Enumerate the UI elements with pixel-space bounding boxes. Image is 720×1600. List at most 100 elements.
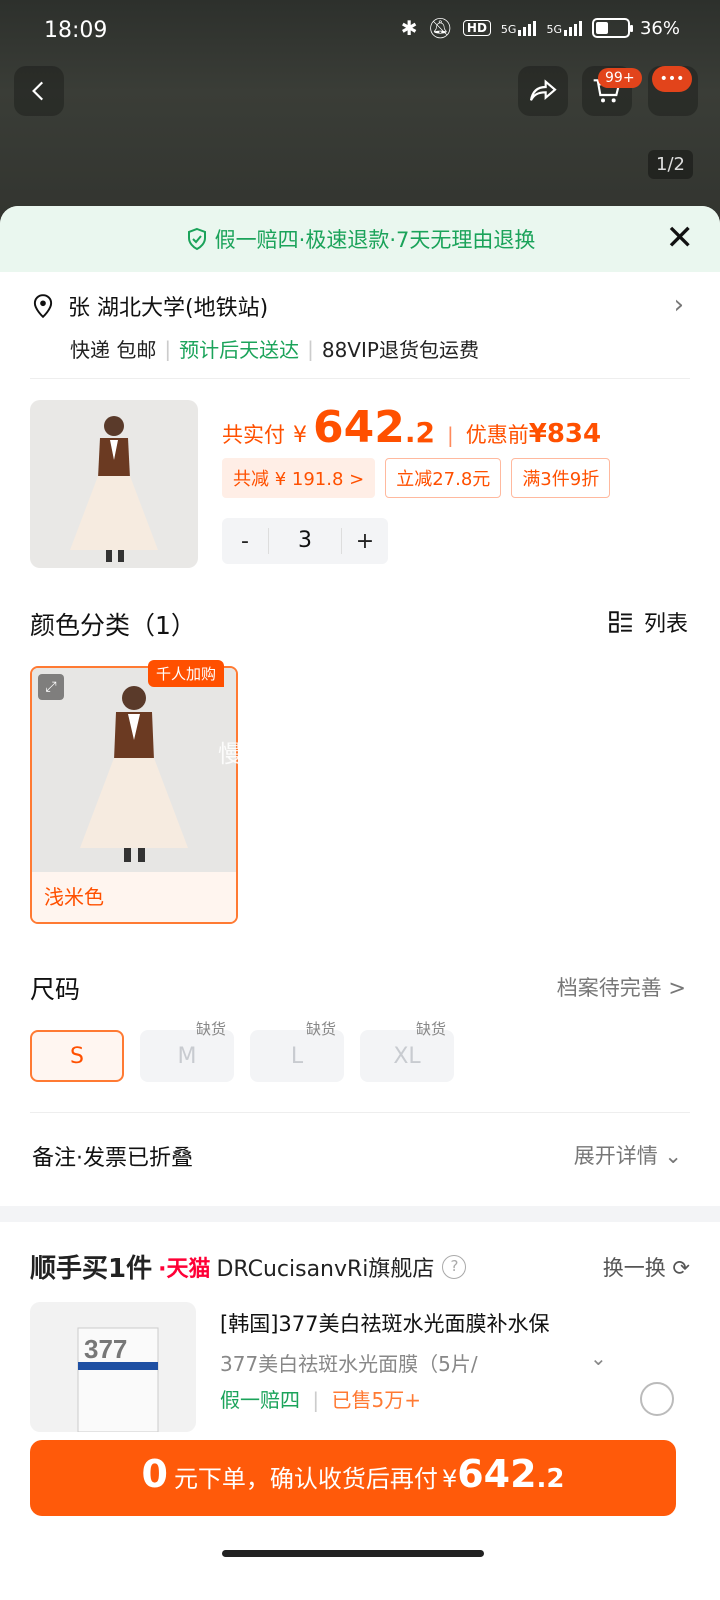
cta-price-integer: 642 xyxy=(457,1452,537,1496)
divider xyxy=(30,378,690,379)
size-section-title: 尺码 xyxy=(30,975,81,1004)
cta-text: 元下单，确认收货后再付 xyxy=(173,1465,438,1493)
battery-percent: 36% xyxy=(639,17,680,39)
address-text: 张 湖北大学(地铁站) xyxy=(68,296,269,321)
signal-5g-icon: 5G xyxy=(500,20,537,36)
back-button[interactable] xyxy=(14,66,64,116)
list-view-label: 列表 xyxy=(643,612,688,637)
status-bar: 18:09 ✱ 🔕︎ HD 5G 5G 36% xyxy=(0,0,720,62)
cta-zero: 0 xyxy=(141,1452,168,1496)
shipping-method: 快递 包邮 xyxy=(70,338,157,362)
size-profile-link[interactable]: 档案待完善 > xyxy=(557,972,686,1002)
signal-5g-icon-2: 5G xyxy=(546,20,582,36)
share-button[interactable] xyxy=(518,66,568,116)
price-decimal: .2 xyxy=(404,416,435,449)
remark-row[interactable]: 备注·发票已折叠 展开详情 ⌄ xyxy=(32,1140,682,1172)
instant-discount-tag: 立减27.8元 xyxy=(385,458,502,498)
currency-symbol: ¥ xyxy=(293,423,307,448)
cta-price-decimal: .2 xyxy=(536,1464,565,1494)
bluetooth-icon: ✱ xyxy=(400,16,418,40)
product-thumbnail[interactable] xyxy=(30,400,198,568)
recommendation-meta: 假一赔四 | 已售5万+ xyxy=(220,1388,421,1412)
vip-return-note: 88VIP退货包运费 xyxy=(321,338,479,362)
discount-tags: 共减 ¥ 191.8 > 立减27.8元 满3件9折 xyxy=(222,458,611,498)
bulk-discount-tag: 满3件9折 xyxy=(511,458,611,498)
size-option-xl[interactable]: XL 缺货 xyxy=(360,1020,454,1082)
original-label: 优惠前 xyxy=(465,423,529,447)
popular-badge: 千人加购 xyxy=(148,660,225,687)
close-icon[interactable]: ✕ xyxy=(666,220,695,256)
recommendation-thumbnail[interactable]: 377 xyxy=(30,1302,196,1432)
box-label: 377 xyxy=(84,1334,127,1364)
brand-count: 1件 xyxy=(108,1254,153,1284)
size-option-l[interactable]: L 缺货 xyxy=(250,1020,344,1082)
size-option-m[interactable]: M 缺货 xyxy=(140,1020,234,1082)
size-options: S M 缺货 L 缺货 XL 缺货 xyxy=(30,1020,454,1082)
location-pin-icon xyxy=(33,294,53,319)
section-gap xyxy=(0,1206,720,1222)
watermark: 慢星人72054455N xyxy=(218,740,443,768)
recommendation-title[interactable]: [韩国]377美白祛斑水光面膜补水保 xyxy=(220,1308,549,1338)
total-label: 共实付 xyxy=(222,423,285,447)
size-option-s[interactable]: S xyxy=(30,1030,124,1082)
hd-badge: HD xyxy=(462,20,491,36)
increment-button[interactable]: + xyxy=(342,529,388,554)
shield-check-icon xyxy=(187,227,206,251)
share-icon xyxy=(529,79,557,101)
chevron-left-icon xyxy=(32,81,44,101)
quantity-stepper: - 3 + xyxy=(222,518,388,564)
price-line: 共实付 ¥ 642 .2 | 优惠前¥834 xyxy=(222,402,602,453)
recommendation-guarantee: 假一赔四 xyxy=(220,1388,300,1412)
divider xyxy=(30,1112,690,1113)
size-label: XL xyxy=(393,1043,421,1069)
network-label: 5G xyxy=(500,22,517,36)
brand-text: 顺手买 xyxy=(30,1254,109,1284)
expand-details-link[interactable]: 展开详情 ⌄ xyxy=(574,1140,682,1170)
recommendation-header: 顺手买1件 ·天猫 DRCucisanvRi旗舰店 ? 换一换 ⟳ xyxy=(30,1248,690,1285)
address-row[interactable]: 张 湖北大学(地铁站) › 快递 包邮 | 预计后天送达 | 88VIP退货包运… xyxy=(30,290,690,363)
recommendation-brand: 顺手买1件 xyxy=(30,1248,152,1285)
place-order-button[interactable]: 0 元下单，确认收货后再付 ¥ 642 .2 xyxy=(30,1440,676,1516)
color-option-card[interactable]: ⤢ 浅米色 xyxy=(30,666,238,924)
sku-selection-sheet: 假一赔四·极速退款·7天无理由退换 ✕ 张 湖北大学(地铁站) › 快递 包邮 … xyxy=(0,206,720,1600)
expand-icon[interactable]: ⤢ xyxy=(38,674,64,700)
original-value: ¥834 xyxy=(528,419,602,449)
chevron-right-icon: › xyxy=(673,290,684,320)
guarantee-text: 假一赔四·极速退款·7天无理由退换 xyxy=(214,228,536,252)
chevron-down-icon[interactable]: ⌄ xyxy=(590,1346,607,1370)
dress-image xyxy=(70,416,158,562)
list-view-toggle[interactable]: 列表 xyxy=(608,606,688,638)
image-page-indicator: 1/2 xyxy=(648,150,693,179)
color-option-image: ⤢ xyxy=(32,668,236,872)
size-label: S xyxy=(70,1043,84,1069)
guarantee-bar: 假一赔四·极速退款·7天无理由退换 ✕ xyxy=(0,206,720,272)
battery-icon xyxy=(591,18,633,38)
price-integer: 642 xyxy=(313,402,405,453)
delivery-eta: 预计后天送达 xyxy=(179,338,300,362)
remark-label: 备注·发票已折叠 xyxy=(32,1146,193,1171)
status-icons: ✱ 🔕︎ HD 5G 5G 36% xyxy=(401,16,680,40)
decrement-button[interactable]: - xyxy=(222,529,268,554)
size-label: M xyxy=(177,1043,197,1069)
list-icon xyxy=(609,611,632,633)
color-option-label: 浅米色 xyxy=(32,872,236,922)
quantity-value[interactable]: 3 xyxy=(268,528,342,554)
out-of-stock-tag: 缺货 xyxy=(195,1020,226,1038)
color-section-title: 颜色分类（1） xyxy=(30,611,196,640)
recommendation-sku[interactable]: 377美白祛斑水光面膜（5片/ xyxy=(220,1348,478,1377)
out-of-stock-tag: 缺货 xyxy=(415,1020,446,1038)
cta-currency: ¥ xyxy=(441,1465,458,1493)
store-name[interactable]: DRCucisanvRi旗舰店 xyxy=(216,1251,434,1283)
swap-button[interactable]: 换一换 ⟳ xyxy=(603,1252,690,1282)
tmall-logo: ·天猫 xyxy=(158,1256,211,1282)
cart-badge: 99+ xyxy=(598,68,642,88)
home-indicator[interactable] xyxy=(222,1550,484,1557)
recommendation-select-radio[interactable] xyxy=(640,1382,674,1416)
address-line: 张 湖北大学(地铁站) xyxy=(30,290,690,322)
help-icon[interactable]: ? xyxy=(442,1254,467,1279)
mute-bell-icon: 🔕︎ xyxy=(427,16,453,40)
total-discount-tag[interactable]: 共减 ¥ 191.8 > xyxy=(222,458,376,498)
delivery-info: 快递 包邮 | 预计后天送达 | 88VIP退货包运费 xyxy=(70,334,690,363)
recommendation-sold: 已售5万+ xyxy=(331,1388,421,1412)
status-time: 18:09 xyxy=(44,18,108,43)
